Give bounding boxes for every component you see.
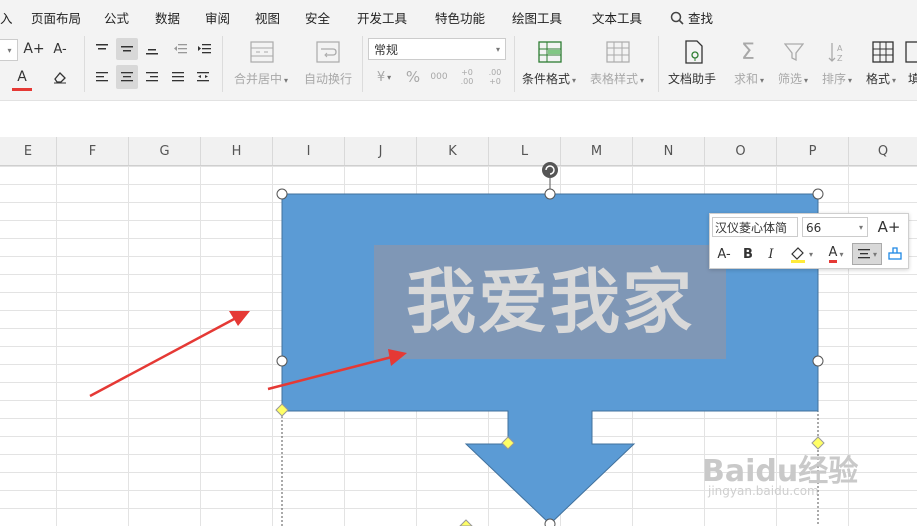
format-painter-button[interactable] xyxy=(884,243,906,265)
font-shrink-button[interactable]: A- xyxy=(714,243,734,265)
italic-button[interactable]: I xyxy=(762,243,780,265)
resize-handle[interactable] xyxy=(812,355,824,367)
resize-handle[interactable] xyxy=(544,188,556,200)
shape-text[interactable]: 我爱我家 xyxy=(374,245,726,359)
format-painter-icon xyxy=(888,247,902,260)
align-center-icon xyxy=(857,249,870,259)
font-grow-button[interactable]: A+ xyxy=(874,217,904,237)
resize-handle[interactable] xyxy=(276,355,288,367)
resize-handle[interactable] xyxy=(544,518,556,526)
font-size-input[interactable]: 66 ▾ xyxy=(802,217,868,237)
floating-text-toolbar: 汉仪菱心体简 66 ▾ A+ A- B I ▾ A ▾ ▾ xyxy=(709,213,909,269)
text-align-button[interactable]: ▾ xyxy=(852,243,882,265)
rotate-handle[interactable] xyxy=(542,162,558,178)
annotation-arrow xyxy=(89,311,250,398)
resize-handle[interactable] xyxy=(812,188,824,200)
baidu-watermark-url: jingyan.baidu.com xyxy=(708,484,819,498)
font-name-select[interactable]: 汉仪菱心体简 xyxy=(712,217,798,237)
highlight-color-button[interactable]: ▾ xyxy=(784,243,818,265)
resize-handle[interactable] xyxy=(276,188,288,200)
highlight-icon xyxy=(790,247,805,263)
font-color-glyph: A xyxy=(828,245,838,263)
adjust-handle[interactable] xyxy=(459,519,473,526)
font-color-button[interactable]: A ▾ xyxy=(820,243,852,265)
bold-button[interactable]: B xyxy=(738,243,758,265)
